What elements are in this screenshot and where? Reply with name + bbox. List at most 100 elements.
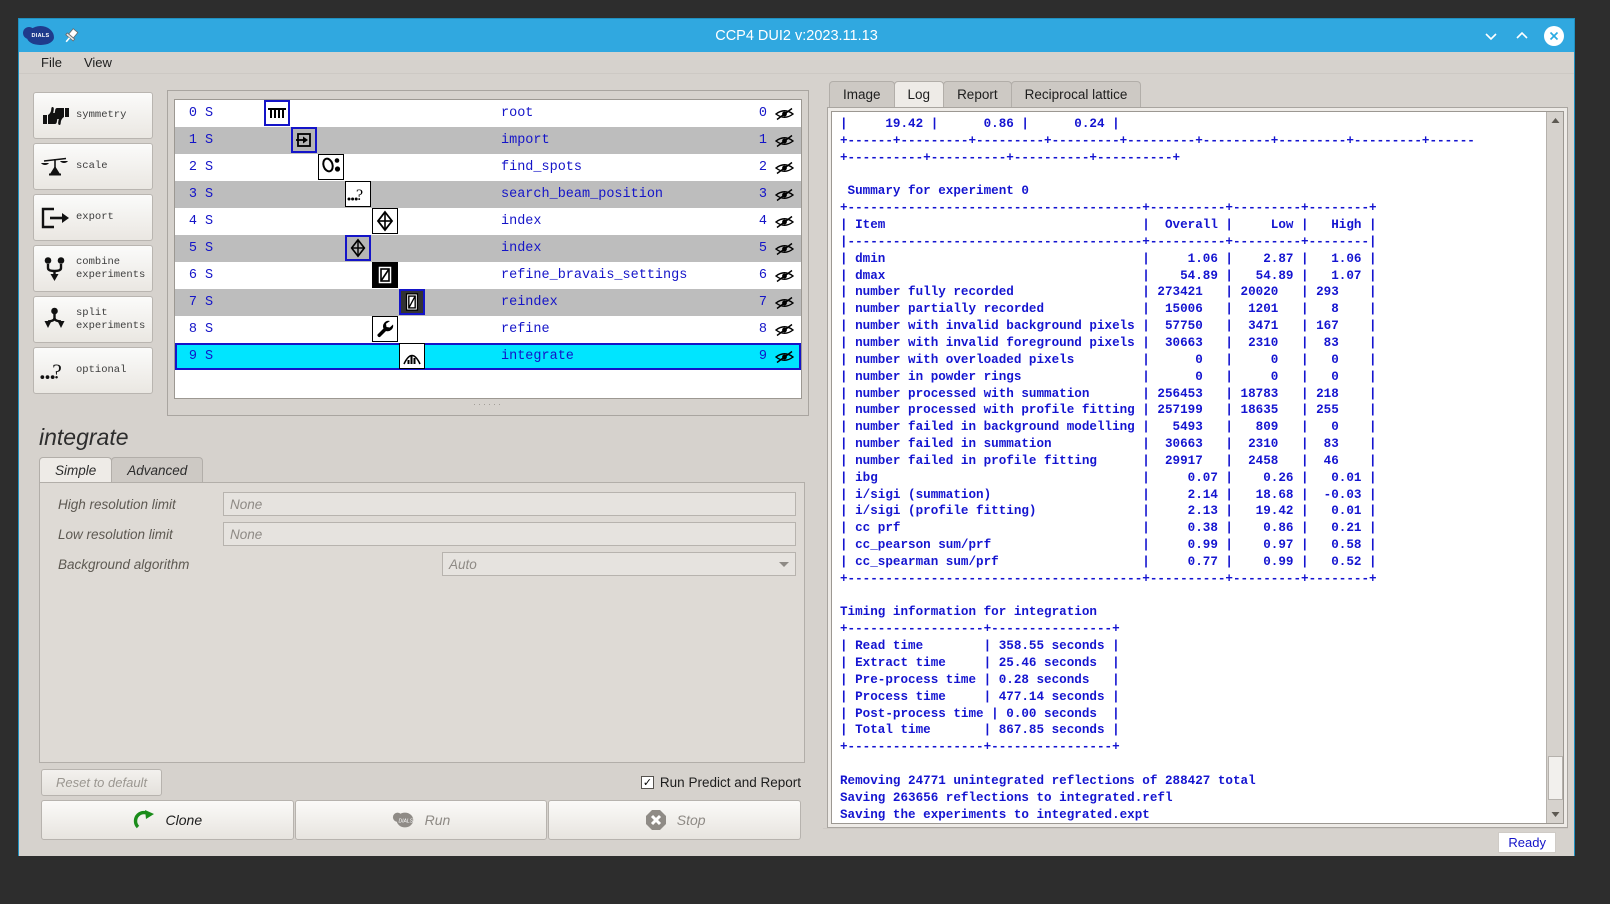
reindex-icon[interactable] (399, 289, 425, 315)
eye-hidden-icon[interactable] (767, 269, 801, 283)
reset-row: Reset to default ✓ Run Predict and Repor… (33, 763, 809, 800)
chevron-down-icon (779, 561, 789, 567)
scroll-up-arrow-icon[interactable] (1546, 112, 1563, 129)
row-number: 0 (758, 106, 767, 121)
table-row[interactable]: 7 S reindex 7 (175, 289, 801, 316)
table-row[interactable]: 0 S root 0 (175, 100, 801, 127)
row-number: 1 (758, 133, 767, 148)
stop-octagon-icon (644, 808, 668, 832)
balance-scale-icon (40, 152, 70, 182)
row-index: 7 (188, 295, 197, 310)
menu-file[interactable]: File (41, 55, 62, 70)
menu-view[interactable]: View (84, 55, 112, 70)
row-name: index (501, 241, 542, 256)
row-number: 5 (758, 241, 767, 256)
task-sidebar: symmetry scale export combine experiment… (25, 80, 161, 416)
run-predict-checkbox[interactable]: ✓ (640, 776, 654, 790)
field-label: Low resolution limit (58, 526, 173, 542)
table-row[interactable]: 2 S find_spots 2 (175, 154, 801, 181)
stop-button[interactable]: Stop (548, 800, 802, 841)
tab-reciprocal-lattice[interactable]: Reciprocal lattice (1010, 81, 1142, 107)
sidebar-item-export[interactable]: export (33, 194, 153, 241)
row-number: 9 (758, 349, 767, 364)
dials-logo-text: DIALS (31, 32, 50, 39)
row-flag: S (204, 322, 214, 337)
table-row[interactable]: 5 S index 5 (175, 235, 801, 262)
row-number: 7 (758, 295, 767, 310)
table-row[interactable]: 8 S refine 8 (175, 316, 801, 343)
tab-advanced[interactable]: Advanced (111, 457, 204, 482)
eye-hidden-icon[interactable] (767, 161, 801, 175)
low-resolution-limit-input[interactable]: None (223, 522, 796, 546)
field-low-resolution-limit: Low resolution limit None (48, 521, 796, 547)
sidebar-item-label: combine experiments (76, 256, 146, 281)
row-icon-area (221, 154, 501, 181)
sidebar-item-combine-experiments[interactable]: combine experiments (33, 245, 153, 292)
scrollbar-thumb[interactable] (1547, 756, 1563, 801)
split-icon (40, 305, 70, 335)
maximize-button[interactable] (1513, 27, 1531, 45)
dials-run-icon: DIALS (392, 808, 416, 832)
wrench-icon[interactable] (372, 316, 398, 342)
eye-hidden-icon[interactable] (767, 134, 801, 148)
index-diamond-icon[interactable] (345, 235, 371, 261)
thumbs-updown-icon (40, 101, 70, 131)
table-row[interactable]: 9 S integrate 9 (175, 343, 801, 370)
svg-text:DIALS: DIALS (398, 819, 413, 825)
table-row[interactable]: 6 S refine_bravais_settings 6 (175, 262, 801, 289)
eye-hidden-icon[interactable] (767, 323, 801, 337)
integrate-icon[interactable] (399, 343, 425, 369)
scrollbar-track[interactable] (1547, 129, 1564, 806)
clone-button[interactable]: Clone (41, 800, 294, 841)
status-badge: Ready (1498, 832, 1556, 854)
pipeline-tree[interactable]: 0 S root 0 1 S import 1 2 S find_spots 2… (174, 99, 802, 399)
row-flag: S (204, 187, 214, 202)
stop-label: Stop (676, 812, 706, 829)
scroll-down-arrow-icon[interactable] (1546, 806, 1563, 824)
sidebar-item-split-experiments[interactable]: split experiments (33, 296, 153, 343)
tab-simple[interactable]: Simple (39, 457, 113, 482)
sidebar-item-symmetry[interactable]: symmetry (33, 92, 153, 139)
log-vertical-scrollbar[interactable] (1546, 112, 1564, 824)
bravais-icon[interactable] (372, 262, 398, 288)
high-resolution-limit-input[interactable]: None (223, 492, 796, 516)
reset-to-default-button[interactable]: Reset to default (41, 769, 163, 797)
eye-hidden-icon[interactable] (767, 188, 801, 202)
eye-hidden-icon[interactable] (767, 215, 801, 229)
sidebar-item-label: optional (76, 364, 127, 377)
pin-icon[interactable] (62, 27, 80, 45)
import-icon[interactable] (291, 127, 317, 153)
table-row[interactable]: 3 S ? search_beam_position 3 (175, 181, 801, 208)
tab-report[interactable]: Report (943, 81, 1012, 107)
sidebar-item-scale[interactable]: scale (33, 143, 153, 190)
title-bar-left-icons: DIALS (19, 26, 80, 45)
minimize-button[interactable] (1482, 27, 1500, 45)
parameters-panel: integrate Simple Advanced High resolutio… (25, 416, 817, 856)
row-number: 8 (758, 322, 767, 337)
log-viewport[interactable]: | 19.42 | 0.86 | 0.24 | +------+--------… (831, 111, 1564, 825)
background-algorithm-select[interactable]: Auto (442, 552, 796, 576)
run-button[interactable]: DIALS Run (294, 800, 548, 841)
eye-hidden-icon[interactable] (767, 296, 801, 310)
row-index: 8 (188, 322, 197, 337)
table-row[interactable]: 1 S import 1 (175, 127, 801, 154)
window-title: CCP4 DUI2 v:2023.11.13 (715, 27, 878, 44)
splitter-grip[interactable]: ······ (174, 399, 802, 409)
question-dots-icon[interactable]: ? (345, 181, 371, 207)
table-row[interactable]: 4 S index 4 (175, 208, 801, 235)
row-name: integrate (501, 349, 574, 364)
left-pane: symmetry scale export combine experiment… (25, 80, 817, 856)
index-diamond-icon[interactable] (372, 208, 398, 234)
bars-icon[interactable] (264, 100, 290, 126)
row-index: 9 (188, 349, 197, 364)
row-name: reindex (501, 295, 558, 310)
eye-hidden-icon[interactable] (767, 350, 801, 364)
tab-log[interactable]: Log (893, 81, 945, 107)
close-button[interactable] (1544, 25, 1564, 46)
find-spots-icon[interactable] (318, 154, 344, 180)
sidebar-item-optional[interactable]: ? optional (33, 347, 153, 394)
tab-image[interactable]: Image (829, 81, 895, 107)
eye-hidden-icon[interactable] (767, 107, 801, 121)
eye-hidden-icon[interactable] (767, 242, 801, 256)
field-label: High resolution limit (58, 496, 176, 512)
